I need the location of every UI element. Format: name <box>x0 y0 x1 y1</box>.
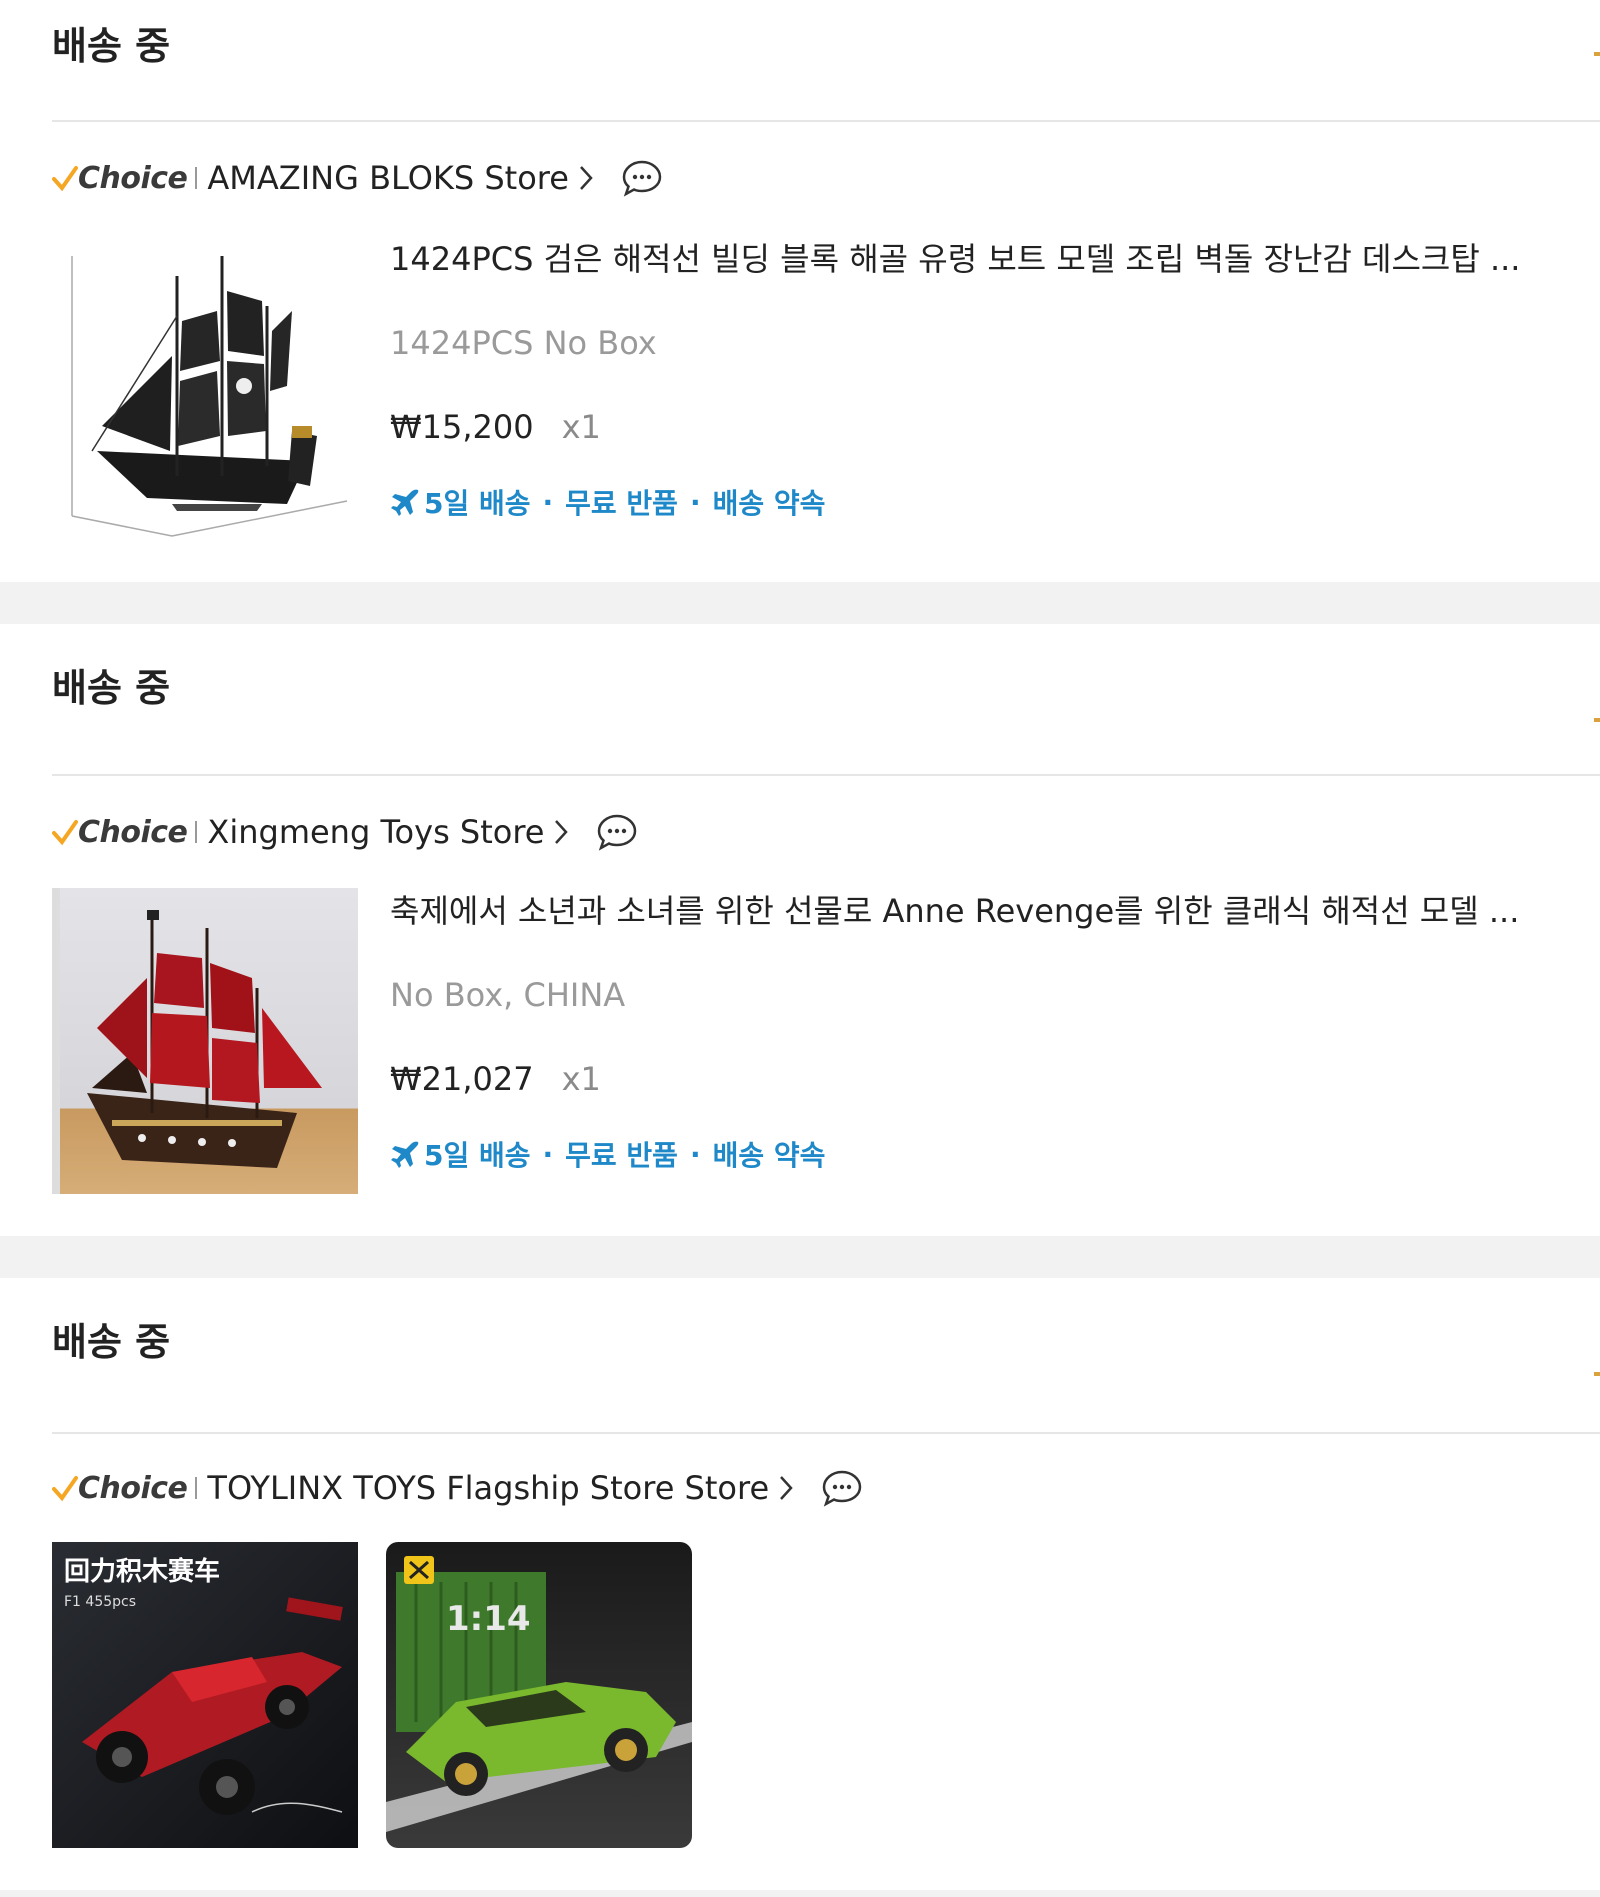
order-status: 배송 중 <box>52 1319 171 1364</box>
shipping-info: 5일 배송 · 무료 반품 · 배송 약속 <box>390 480 1600 524</box>
price-row: ₩15,200 x1 <box>390 404 1600 450</box>
order-card-1: 배송 중 Choice AMAZING BLOKS Store 1424PCS … <box>0 0 1600 582</box>
product-price: ₩21,027 <box>390 1060 534 1098</box>
choice-label: Choice <box>78 1470 188 1506</box>
product-quantity: x1 <box>561 1060 601 1098</box>
chat-bubble-icon[interactable] <box>621 159 663 197</box>
shipping-info: 5일 배송 · 무료 반품 · 배송 약속 <box>390 1132 1600 1176</box>
product-price: ₩15,200 <box>390 408 534 446</box>
product-title[interactable]: 축제에서 소년과 소녀를 위한 선물로 Anne Revenge를 위한 클래식… <box>390 888 1600 934</box>
product-info: 축제에서 소년과 소녀를 위한 선물로 Anne Revenge를 위한 클래식… <box>390 888 1600 1176</box>
f1-overlay-title: 回力积木赛车 <box>64 1556 220 1587</box>
shipping-free-return: 무료 반품 <box>565 487 678 520</box>
black-pirate-ship-image <box>52 236 358 542</box>
store-name[interactable]: AMAZING BLOKS Store <box>207 159 569 197</box>
red-f1-car-image: 回力积木赛车 F1 455pcs <box>52 1542 358 1848</box>
store-row: Choice Xingmeng Toys Store <box>52 804 638 860</box>
product-image-f1-car[interactable]: 回力积木赛车 F1 455pcs <box>52 1542 358 1848</box>
store-name[interactable]: Xingmeng Toys Store <box>207 813 544 851</box>
product-thumbnails: 回力积木赛车 F1 455pcs 1:14 <box>52 1542 692 1848</box>
edge-indicator <box>1594 1372 1600 1376</box>
chevron-right-icon[interactable] <box>552 817 570 847</box>
product-info: 1424PCS 검은 해적선 빌딩 블록 해골 유령 보트 모델 조립 벽돌 장… <box>390 236 1600 524</box>
green-sports-car-image: 1:14 <box>386 1542 692 1848</box>
choice-badge: Choice <box>52 814 188 850</box>
product-image[interactable] <box>52 236 358 542</box>
order-header: 배송 중 <box>52 12 170 72</box>
airplane-icon <box>391 1141 419 1168</box>
shipping-days: 5일 배송 <box>424 487 531 520</box>
product-quantity: x1 <box>561 408 601 446</box>
separator-line <box>195 167 198 189</box>
shipping-separator: · <box>542 1137 554 1171</box>
product-variant: No Box, CHINA <box>390 976 626 1014</box>
shipping-separator: · <box>542 485 554 519</box>
product-title[interactable]: 1424PCS 검은 해적선 빌딩 블록 해골 유령 보트 모델 조립 벽돌 장… <box>390 236 1600 282</box>
order-status: 배송 중 <box>52 665 171 710</box>
airplane-icon <box>391 489 419 516</box>
check-icon <box>52 820 78 846</box>
chevron-right-icon[interactable] <box>577 163 595 193</box>
chat-bubble-icon[interactable] <box>821 1469 863 1507</box>
price-row: ₩21,027 x1 <box>390 1056 1600 1102</box>
shipping-separator: · <box>689 1137 701 1171</box>
shipping-promise: 배송 약속 <box>712 487 826 520</box>
order-header: 배송 중 <box>52 654 170 714</box>
order-card-3: 배송 중 Choice TOYLINX TOYS Flagship Store … <box>0 1278 1600 1890</box>
order-card-2: 배송 중 Choice Xingmeng Toys Store 축제에서 소년과… <box>0 624 1600 1236</box>
product-image-green-car[interactable]: 1:14 <box>386 1542 692 1848</box>
edge-indicator <box>1594 718 1600 722</box>
choice-badge: Choice <box>52 160 188 196</box>
scale-overlay-text: 1:14 <box>446 1599 531 1639</box>
product-variant: 1424PCS No Box <box>390 324 657 362</box>
choice-label: Choice <box>78 160 188 196</box>
shipping-promise: 배송 약속 <box>712 1139 826 1172</box>
shipping-free-return: 무료 반품 <box>565 1139 678 1172</box>
product-image[interactable] <box>52 888 358 1194</box>
order-header: 배송 중 <box>52 1308 170 1368</box>
store-row: Choice TOYLINX TOYS Flagship Store Store <box>52 1460 863 1516</box>
store-name[interactable]: TOYLINX TOYS Flagship Store Store <box>207 1469 769 1507</box>
divider <box>52 120 1600 122</box>
choice-label: Choice <box>78 814 188 850</box>
shipping-separator: · <box>689 485 701 519</box>
divider <box>52 774 1600 776</box>
separator-line <box>195 821 198 843</box>
check-icon <box>52 1476 78 1502</box>
chevron-right-icon[interactable] <box>777 1473 795 1503</box>
shipping-days: 5일 배송 <box>424 1139 531 1172</box>
chat-bubble-icon[interactable] <box>596 813 638 851</box>
red-pirate-ship-image <box>52 888 358 1194</box>
edge-indicator <box>1594 52 1600 56</box>
divider <box>52 1432 1600 1434</box>
choice-badge: Choice <box>52 1470 188 1506</box>
check-icon <box>52 166 78 192</box>
f1-overlay-sub: F1 455pcs <box>64 1594 136 1610</box>
store-row: Choice AMAZING BLOKS Store <box>52 150 663 206</box>
order-status: 배송 중 <box>52 23 171 68</box>
separator-line <box>195 1477 198 1499</box>
